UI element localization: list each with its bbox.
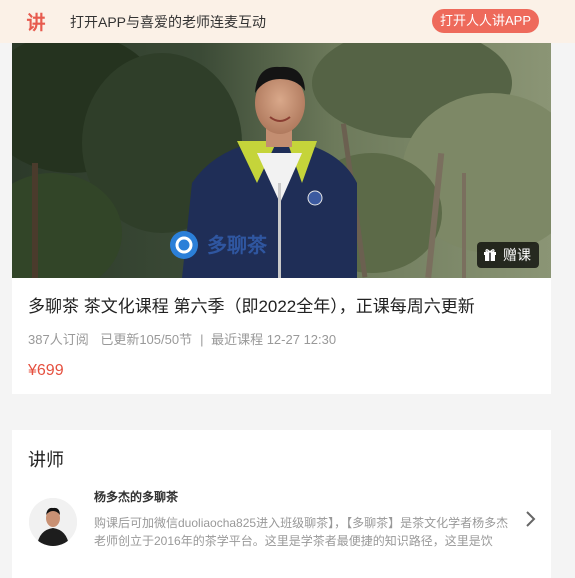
video-player[interactable]: 多聊茶 赠课 [12, 43, 551, 278]
teacher-avatar [29, 498, 77, 546]
page: 讲 打开APP与喜爱的老师连麦互动 打开人人讲APP 多聊茶 赠课 多聊茶 茶文… [0, 0, 575, 578]
course-card: 多聊茶 赠课 多聊茶 茶文化课程 第六季（即2022全年），正课每周六更新 38… [12, 43, 551, 394]
teacher-description: 购课后可加微信duoliaocha825进入班级聊茶】，【多聊茶】是茶文化学者杨… [94, 516, 509, 548]
course-info: 多聊茶 茶文化课程 第六季（即2022全年），正课每周六更新 387人订阅 已更… [12, 278, 551, 394]
teacher-heading: 讲师 [28, 450, 64, 470]
subscriber-count: 387人订阅 [28, 332, 89, 347]
recent-course-time: 最近课程 12-27 12:30 [211, 332, 337, 347]
gift-course-button[interactable]: 赠课 [477, 242, 539, 268]
gift-label: 赠课 [503, 247, 531, 263]
course-meta: 387人订阅 已更新105/50节 | 最近课程 12-27 12:30 [28, 332, 337, 347]
course-title: 多聊茶 茶文化课程 第六季（即2022全年），正课每周六更新 [28, 297, 475, 316]
course-price: ¥699 [28, 362, 64, 379]
app-banner[interactable]: 讲 打开APP与喜爱的老师连麦互动 打开人人讲APP [0, 0, 575, 43]
video-frame: 多聊茶 [12, 43, 551, 278]
gift-icon [484, 249, 496, 261]
watermark-text: 多聊茶 [207, 233, 268, 257]
update-progress: 已更新105/50节 [100, 332, 193, 347]
chevron-right-icon[interactable] [525, 510, 537, 528]
teacher-section[interactable]: 讲师 杨多杰的多聊茶 购课后可加微信duoliaocha825进入班级聊茶】，【… [12, 430, 551, 578]
app-logo: 讲 [26, 13, 46, 34]
teacher-name: 杨多杰的多聊茶 [94, 490, 179, 504]
open-app-button[interactable]: 打开人人讲APP [431, 9, 539, 33]
banner-text: 打开APP与喜爱的老师连麦互动 [70, 13, 267, 30]
